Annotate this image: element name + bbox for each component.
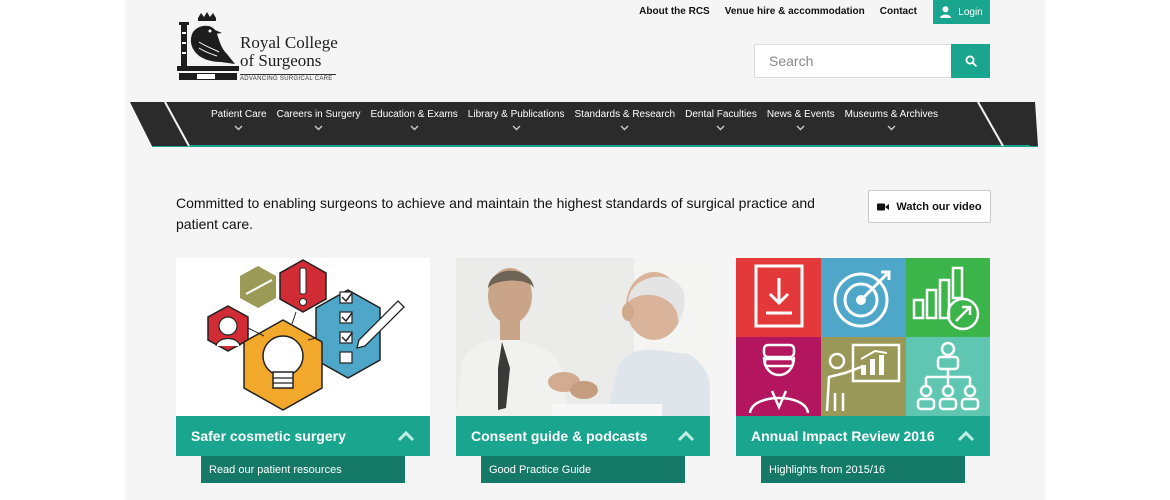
nav-item-library[interactable]: Library & Publications	[463, 102, 570, 144]
utility-nav: About the RCS Venue hire & accommodation…	[624, 0, 990, 24]
bar-chart-icon	[912, 266, 980, 331]
promo-card-consent: Consent guide & podcasts Good Practice G…	[456, 258, 710, 483]
surgeon-tile	[736, 337, 821, 416]
nav-item-museums[interactable]: Museums & Archives	[840, 102, 943, 144]
chevron-up-icon	[957, 430, 975, 441]
card-title: Safer cosmetic surgery	[191, 428, 346, 444]
surgeon-icon	[748, 343, 810, 414]
download-tile	[736, 258, 821, 337]
org-chart-tile	[906, 337, 990, 416]
presenter-tile	[821, 337, 906, 416]
card-link[interactable]: Read our patient resources	[201, 456, 405, 483]
download-icon	[754, 264, 804, 328]
chevron-down-icon	[512, 125, 521, 131]
hexagon-illustration	[207, 259, 405, 411]
card-title-bar[interactable]: Safer cosmetic surgery	[176, 416, 430, 456]
rcs-crest-icon	[177, 12, 239, 80]
org-chart-icon	[916, 341, 980, 411]
watch-video-button[interactable]: Watch our video	[868, 190, 991, 223]
card-title: Consent guide & podcasts	[471, 428, 648, 444]
card-link[interactable]: Highlights from 2015/16	[761, 456, 965, 483]
logo-line2: of Surgeons	[240, 51, 322, 70]
user-icon	[940, 6, 952, 18]
nav-item-careers[interactable]: Careers in Surgery	[272, 102, 366, 144]
doctor-patient-photo[interactable]	[456, 258, 710, 416]
venue-hire-link[interactable]: Venue hire & accommodation	[725, 0, 865, 24]
video-camera-icon	[877, 203, 890, 210]
search-bar	[754, 44, 990, 78]
chevron-down-icon	[887, 125, 896, 131]
chevron-down-icon	[620, 125, 629, 131]
nav-item-label: Education & Exams	[370, 109, 458, 120]
nav-item-label: Dental Faculties	[685, 109, 757, 120]
consultation-photo	[456, 258, 710, 416]
watch-video-label: Watch our video	[896, 200, 982, 213]
logo-line1: Royal College	[240, 33, 338, 52]
page: About the RCS Venue hire & accommodation…	[125, 0, 1045, 500]
chevron-down-icon	[716, 125, 725, 131]
nav-item-label: Museums & Archives	[844, 109, 939, 120]
nav-item-dental[interactable]: Dental Faculties	[680, 102, 762, 144]
main-nav: Patient Care Careers in Surgery Educatio…	[130, 102, 1040, 147]
about-rcs-link[interactable]: About the RCS	[639, 0, 710, 24]
chevron-up-icon	[397, 430, 415, 441]
impact-review-tiles[interactable]	[736, 258, 990, 416]
card-link[interactable]: Good Practice Guide	[481, 456, 685, 483]
nav-item-label: News & Events	[766, 109, 835, 120]
search-input[interactable]	[754, 44, 951, 78]
nav-item-education[interactable]: Education & Exams	[366, 102, 463, 144]
nav-item-label: Patient Care	[211, 109, 267, 120]
promo-card-impact-review: Annual Impact Review 2016 Highlights fro…	[736, 258, 990, 483]
search-button[interactable]	[951, 44, 990, 78]
target-tile	[821, 258, 906, 337]
growth-chart-tile	[906, 258, 990, 337]
login-button[interactable]: Login	[933, 0, 990, 24]
nav-item-standards[interactable]: Standards & Research	[570, 102, 681, 144]
rcs-logo[interactable]: Royal College of Surgeons ADVANCING SURG…	[177, 12, 339, 82]
target-icon	[833, 270, 891, 328]
chevron-down-icon	[796, 125, 805, 131]
chevron-down-icon	[234, 125, 243, 131]
nav-item-label: Careers in Surgery	[276, 109, 361, 120]
nav-items: Patient Care Careers in Surgery Educatio…	[206, 102, 943, 144]
nav-item-label: Standards & Research	[574, 109, 676, 120]
chevron-down-icon	[314, 125, 323, 131]
card-title-bar[interactable]: Consent guide & podcasts	[456, 416, 710, 456]
nav-item-patient-care[interactable]: Patient Care	[206, 102, 272, 144]
card-title: Annual Impact Review 2016	[751, 428, 935, 444]
chevron-down-icon	[410, 125, 419, 131]
cosmetic-surgery-illustration[interactable]	[176, 258, 430, 416]
intro-statement: Committed to enabling surgeons to achiev…	[176, 195, 815, 232]
card-title-bar[interactable]: Annual Impact Review 2016	[736, 416, 990, 456]
chevron-up-icon	[677, 430, 695, 441]
search-icon	[965, 55, 977, 67]
nav-item-news[interactable]: News & Events	[762, 102, 840, 144]
login-label: Login	[958, 6, 983, 18]
presentation-icon	[825, 343, 901, 412]
nav-item-label: Library & Publications	[467, 109, 565, 120]
promo-card-cosmetic: Safer cosmetic surgery Read our patient …	[176, 258, 430, 483]
logo-tagline: ADVANCING SURGICAL CARE	[240, 74, 336, 82]
contact-link[interactable]: Contact	[880, 0, 917, 24]
